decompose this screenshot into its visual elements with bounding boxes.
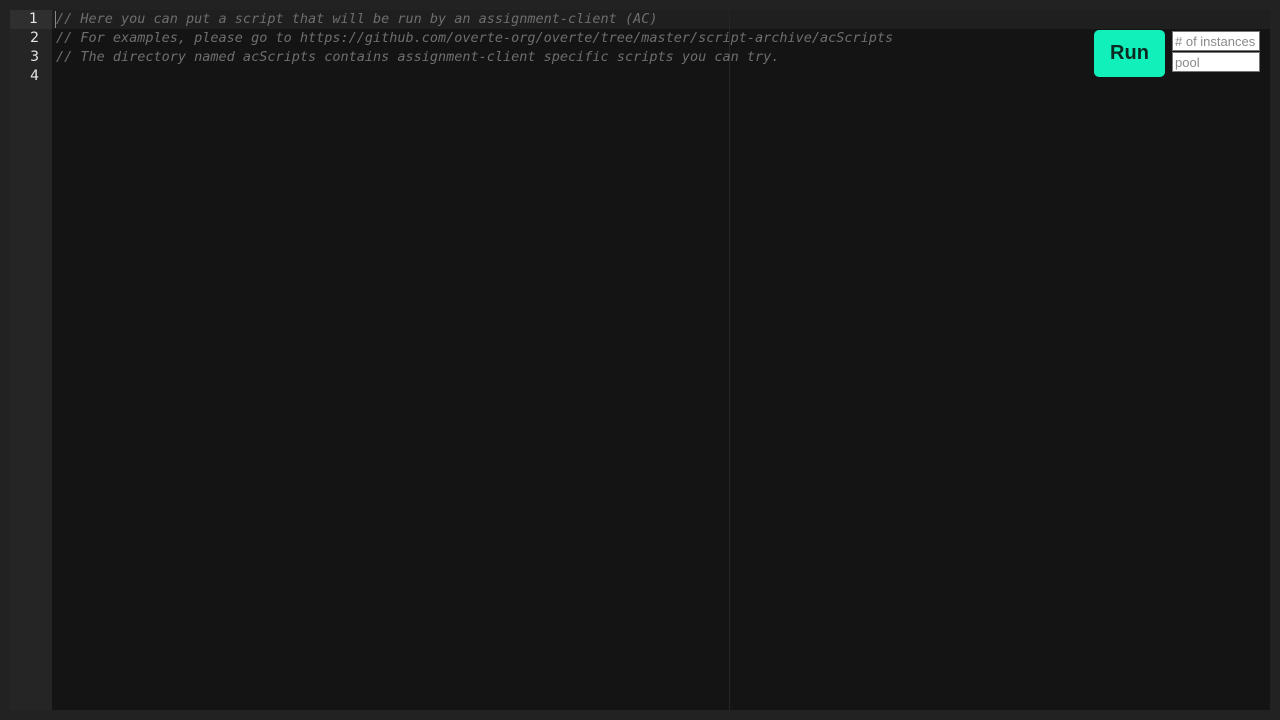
line-number: 2 (30, 30, 39, 46)
code-line[interactable]: // Here you can put a script that will b… (56, 10, 657, 29)
instances-input[interactable] (1172, 31, 1260, 51)
pool-input[interactable] (1172, 52, 1260, 72)
line-number: 4 (30, 68, 39, 84)
print-margin (729, 10, 730, 710)
line-number: 3 (30, 49, 39, 65)
line-number: 1 (10, 10, 52, 29)
text-cursor (55, 11, 56, 28)
line-number-gutter: 1 2 3 4 (10, 10, 52, 710)
run-button[interactable]: Run (1094, 30, 1165, 77)
code-line[interactable]: // For examples, please go to https://gi… (56, 29, 893, 48)
code-editor[interactable]: 1 2 3 4 // Here you can put a script tha… (10, 10, 1270, 710)
code-line[interactable]: // The directory named acScripts contain… (56, 48, 779, 67)
